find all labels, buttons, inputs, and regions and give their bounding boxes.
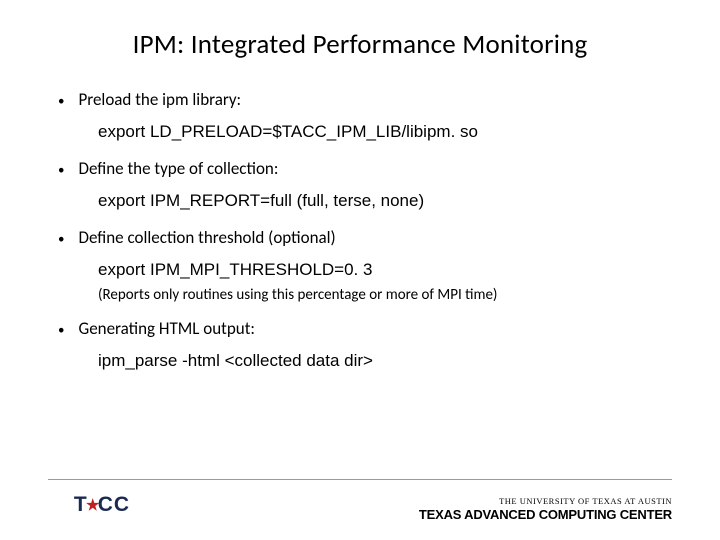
- list-item: • Preload the ipm library: export LD_PRE…: [58, 89, 672, 142]
- list-item: • Define collection threshold (optional)…: [58, 227, 672, 304]
- ut-affiliation: THE UNIVERSITY OF TEXAS AT AUSTIN: [419, 496, 672, 506]
- bullet-sub: ipm_parse -html <collected data dir>: [98, 351, 672, 371]
- ut-block: THE UNIVERSITY OF TEXAS AT AUSTIN TEXAS …: [419, 496, 672, 522]
- list-item: • Define the type of collection: export …: [58, 158, 672, 211]
- bullet-sub: export IPM_MPI_THRESHOLD=0. 3: [98, 260, 672, 280]
- bullet-icon: •: [58, 321, 64, 341]
- bullet-text: Generating HTML output:: [78, 318, 254, 339]
- footer-row: T CC THE UNIVERSITY OF TEXAS AT AUSTIN T…: [48, 488, 672, 522]
- bullet-sub: export IPM_REPORT=full (full, terse, non…: [98, 191, 672, 211]
- bullet-text: Preload the ipm library:: [78, 89, 241, 110]
- bullet-sub: export LD_PRELOAD=$TACC_IPM_LIB/libipm. …: [98, 122, 672, 142]
- bullet-list: • Preload the ipm library: export LD_PRE…: [58, 89, 672, 371]
- bullet-text: Define collection threshold (optional): [78, 227, 335, 248]
- bullet-row: • Generating HTML output:: [58, 318, 672, 341]
- tacc-logo-box: T CC: [48, 488, 156, 522]
- tacc-logo-t: T: [74, 493, 88, 517]
- bullet-text: Define the type of collection:: [78, 158, 278, 179]
- bullet-row: • Preload the ipm library:: [58, 89, 672, 112]
- bullet-row: • Define collection threshold (optional): [58, 227, 672, 250]
- bullet-icon: •: [58, 92, 64, 112]
- bullet-icon: •: [58, 161, 64, 181]
- list-item: • Generating HTML output: ipm_parse -htm…: [58, 318, 672, 371]
- bullet-sub-note: (Reports only routines using this percen…: [98, 286, 672, 304]
- ut-center-name: TEXAS ADVANCED COMPUTING CENTER: [419, 507, 672, 522]
- footer-divider: [48, 479, 672, 480]
- bullet-icon: •: [58, 230, 64, 250]
- footer: T CC THE UNIVERSITY OF TEXAS AT AUSTIN T…: [48, 479, 672, 522]
- tacc-logo-cc: CC: [98, 493, 130, 517]
- bullet-row: • Define the type of collection:: [58, 158, 672, 181]
- tacc-logo: T CC: [48, 488, 156, 522]
- slide: IPM: Integrated Performance Monitoring •…: [0, 0, 720, 540]
- slide-title: IPM: Integrated Performance Monitoring: [48, 28, 672, 61]
